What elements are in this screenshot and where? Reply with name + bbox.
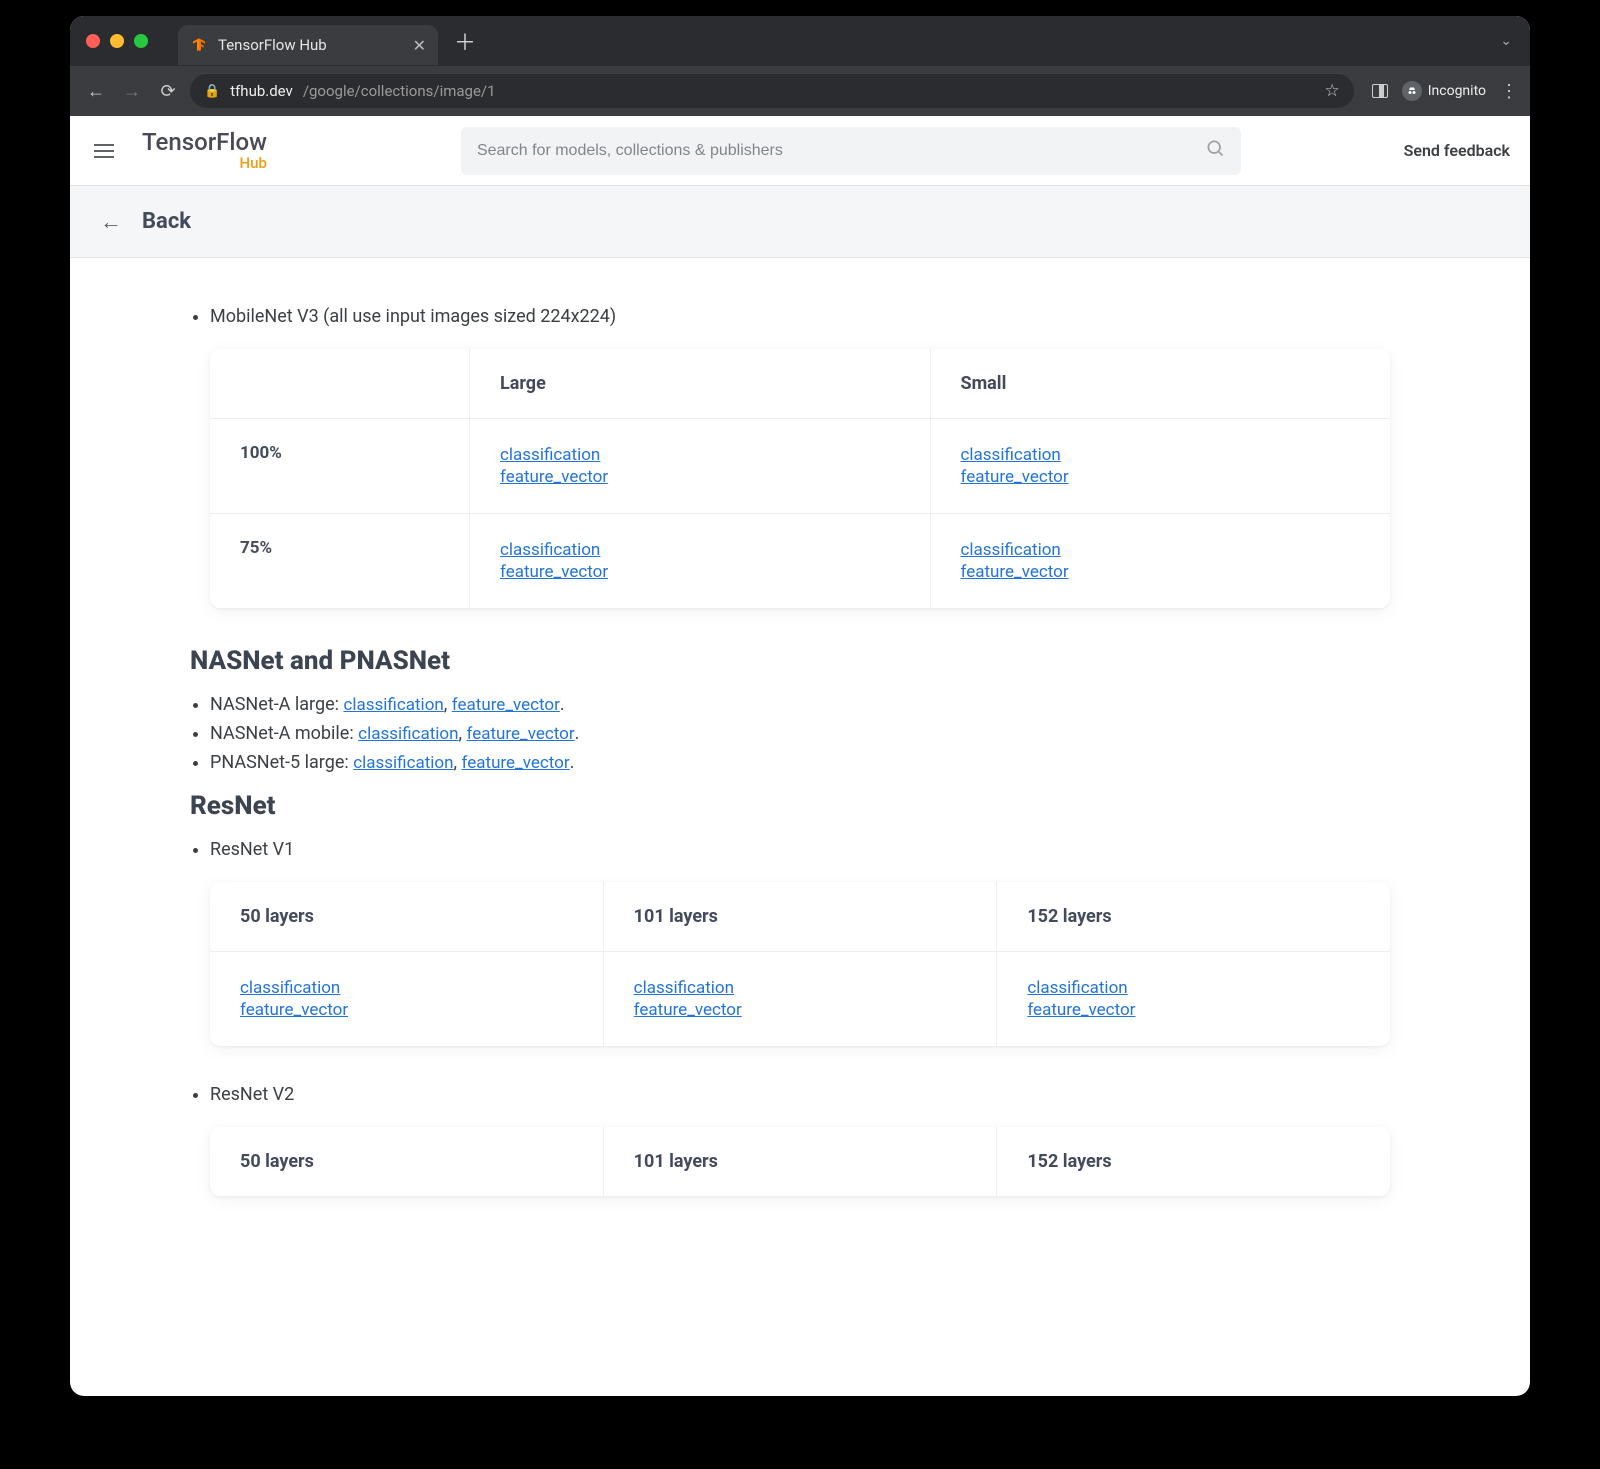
mobilenet-small-75-classification-link[interactable]: classification — [961, 540, 1361, 560]
send-feedback-link[interactable]: Send feedback — [1404, 141, 1510, 160]
resnet-v1-50-feature-link[interactable]: feature_vector — [240, 1000, 573, 1020]
nasnet-item-0-prefix: NASNet-A large: — [210, 694, 343, 715]
site-header: TensorFlow Hub Send feedback — [70, 116, 1530, 186]
logo-main: TensorFlow — [142, 129, 267, 155]
nasnet-item-2: PNASNet-5 large: classification, feature… — [210, 752, 1450, 773]
search-icon[interactable] — [1205, 138, 1225, 163]
chrome-menu-icon[interactable]: ⋮ — [1500, 81, 1518, 102]
url-domain: tfhub.dev — [230, 82, 293, 100]
incognito-icon — [1402, 81, 1422, 101]
toolbar-right: Incognito ⋮ — [1372, 81, 1518, 102]
tab-title: TensorFlow Hub — [218, 36, 327, 54]
back-arrow-icon[interactable]: ← — [100, 209, 122, 235]
back-label: Back — [142, 209, 191, 234]
nav-reload-button[interactable]: ⟳ — [154, 81, 182, 102]
new-tab-button[interactable]: ＋ — [454, 25, 476, 57]
mobilenet-small-100-classification-link[interactable]: classification — [961, 445, 1361, 465]
chrome-tab-strip: TensorFlow Hub ✕ ＋ ⌄ — [70, 16, 1530, 66]
mobilenet-table: Large Small 100% classification feature_… — [210, 349, 1390, 608]
tensorflow-hub-logo[interactable]: TensorFlow Hub — [142, 129, 267, 172]
table-header-small: Small — [931, 349, 1391, 418]
resnet-v2-label: ResNet V2 — [210, 1084, 1450, 1105]
tensorflow-favicon — [190, 36, 208, 54]
nasnet-item-0: NASNet-A large: classification, feature_… — [210, 694, 1450, 715]
browser-toolbar: ← → ⟳ 🔒 tfhub.dev/google/collections/ima… — [70, 66, 1530, 116]
nasnet-item-1: NASNet-A mobile: classification, feature… — [210, 723, 1450, 744]
pnasnet-5-large-classification-link[interactable]: classification — [353, 753, 453, 773]
mobilenet-large-75-feature-link[interactable]: feature_vector — [500, 562, 900, 582]
resnet-v2-table: 50 layers 101 layers 152 layers — [210, 1127, 1390, 1196]
resnet-v1-152-feature-link[interactable]: feature_vector — [1027, 1000, 1360, 1020]
mobilenet-small-75-feature-link[interactable]: feature_vector — [961, 562, 1361, 582]
lock-icon: 🔒 — [204, 84, 220, 99]
resnet-v1-header-101: 101 layers — [604, 882, 998, 951]
mobilenet-small-100-feature-link[interactable]: feature_vector — [961, 467, 1361, 487]
nasnet-a-mobile-classification-link[interactable]: classification — [358, 724, 458, 744]
nav-forward-button[interactable]: → — [118, 81, 146, 102]
nav-back-button[interactable]: ← — [82, 81, 110, 102]
resnet-v1-152-classification-link[interactable]: classification — [1027, 978, 1360, 998]
resnet-v1-50-classification-link[interactable]: classification — [240, 978, 573, 998]
bookmark-star-icon[interactable]: ☆ — [1324, 81, 1339, 101]
back-bar: ← Back — [70, 186, 1530, 258]
window-minimize-button[interactable] — [110, 34, 124, 48]
table-row-75: 75% — [210, 513, 470, 608]
mobilenet-large-75-classification-link[interactable]: classification — [500, 540, 900, 560]
url-path: /google/collections/image/1 — [303, 82, 496, 100]
nasnet-a-large-feature-link[interactable]: feature_vector — [452, 695, 560, 715]
window-controls — [86, 34, 178, 48]
nasnet-section-title: NASNet and PNASNet — [190, 646, 1450, 676]
tab-overflow-icon[interactable]: ⌄ — [1500, 33, 1512, 49]
window-close-button[interactable] — [86, 34, 100, 48]
nasnet-a-large-classification-link[interactable]: classification — [343, 695, 443, 715]
search-input[interactable] — [477, 142, 1193, 160]
resnet-v1-101-feature-link[interactable]: feature_vector — [634, 1000, 967, 1020]
nasnet-item-1-prefix: NASNet-A mobile: — [210, 723, 358, 744]
window-maximize-button[interactable] — [134, 34, 148, 48]
logo-sub: Hub — [142, 155, 267, 172]
side-panel-icon[interactable] — [1372, 84, 1388, 98]
resnet-v1-label: ResNet V1 — [210, 839, 1450, 860]
mobilenet-large-100-feature-link[interactable]: feature_vector — [500, 467, 900, 487]
mobilenet-large-100-classification-link[interactable]: classification — [500, 445, 900, 465]
resnet-v2-header-101: 101 layers — [604, 1127, 998, 1196]
resnet-v1-header-152: 152 layers — [997, 882, 1390, 951]
resnet-v2-header-152: 152 layers — [997, 1127, 1390, 1196]
resnet-v1-101-classification-link[interactable]: classification — [634, 978, 967, 998]
table-row-100: 100% — [210, 418, 470, 513]
browser-window: TensorFlow Hub ✕ ＋ ⌄ ← → ⟳ 🔒 tfhub.dev/g… — [70, 16, 1530, 1396]
tab-close-icon[interactable]: ✕ — [413, 36, 426, 55]
hamburger-menu-button[interactable] — [90, 140, 118, 162]
search-box[interactable] — [461, 127, 1241, 175]
page-content: MobileNet V3 (all use input images sized… — [70, 258, 1530, 1294]
nasnet-item-2-prefix: PNASNet-5 large: — [210, 752, 353, 773]
pnasnet-5-large-feature-link[interactable]: feature_vector — [462, 753, 570, 773]
table-header-large: Large — [470, 349, 931, 418]
incognito-badge[interactable]: Incognito — [1402, 81, 1486, 101]
resnet-v1-table: 50 layers 101 layers 152 layers classifi… — [210, 882, 1390, 1046]
search-container — [461, 127, 1241, 175]
mobilenet-heading: MobileNet V3 (all use input images sized… — [210, 306, 1450, 327]
resnet-v2-header-50: 50 layers — [210, 1127, 604, 1196]
address-bar[interactable]: 🔒 tfhub.dev/google/collections/image/1 ☆ — [190, 74, 1354, 108]
browser-tab[interactable]: TensorFlow Hub ✕ — [178, 25, 438, 65]
nasnet-a-mobile-feature-link[interactable]: feature_vector — [467, 724, 575, 744]
incognito-label: Incognito — [1428, 83, 1486, 99]
resnet-section-title: ResNet — [190, 791, 1450, 821]
resnet-v1-header-50: 50 layers — [210, 882, 604, 951]
